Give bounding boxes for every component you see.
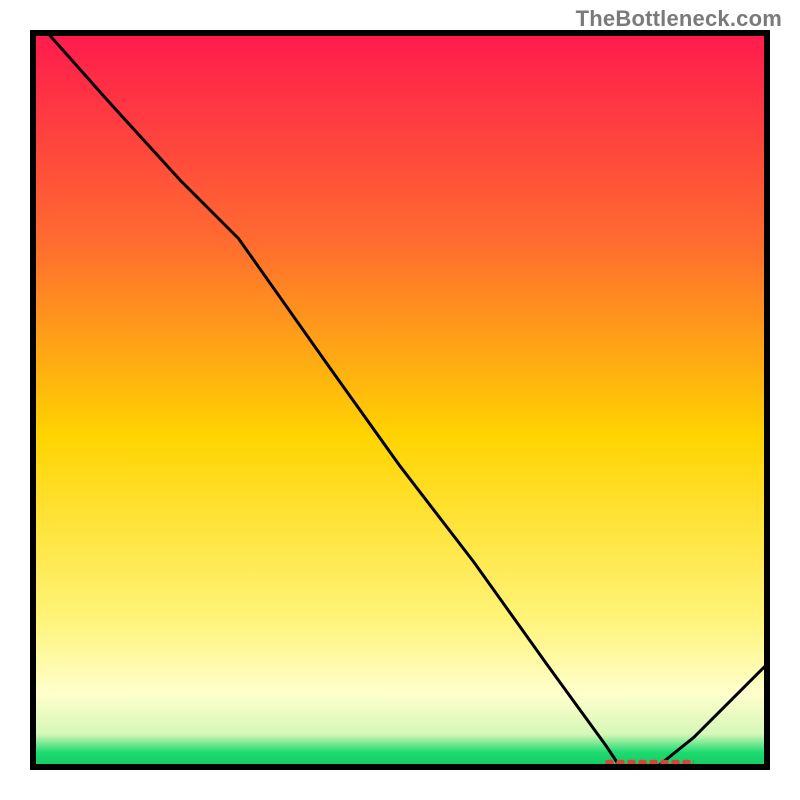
plot-area: [30, 30, 770, 770]
gradient-background: [33, 33, 767, 767]
watermark-text: TheBottleneck.com: [576, 6, 782, 32]
chart-container: TheBottleneck.com: [0, 0, 800, 800]
chart-svg: [30, 30, 770, 770]
